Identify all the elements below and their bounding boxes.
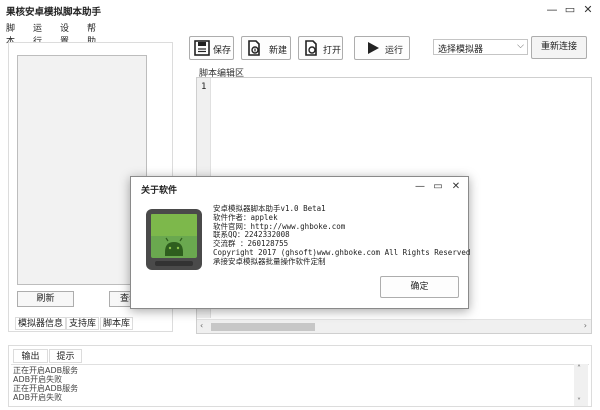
refresh-button[interactable]: 刷新: [17, 291, 74, 307]
log-line: 正在开启ADB服务: [13, 366, 79, 375]
line-number: 1: [201, 82, 207, 92]
output-log: 正在开启ADB服务 ADB开启失败 正在开启ADB服务 ADB开启失败: [11, 364, 589, 406]
save-icon: [194, 40, 210, 56]
reconnect-button[interactable]: 重新连接: [531, 36, 587, 59]
tab-support-library[interactable]: 支持库: [66, 317, 100, 330]
scroll-right-icon[interactable]: ›: [584, 321, 587, 330]
save-label: 保存: [213, 46, 232, 56]
new-label: 新建: [269, 46, 288, 56]
log-line: 正在开启ADB服务: [13, 384, 79, 393]
device-preview[interactable]: [17, 55, 147, 285]
emulator-select-value: 选择模拟器: [438, 45, 484, 55]
new-file-icon: [248, 40, 260, 56]
play-icon: [368, 42, 379, 54]
tab-emulator-info[interactable]: 模拟器信息: [15, 317, 67, 330]
dialog-title: 关于软件: [141, 186, 178, 196]
dialog-minimize-icon[interactable]: —: [414, 181, 426, 193]
tab-tips[interactable]: 提示: [49, 349, 82, 363]
run-label: 运行: [385, 46, 404, 56]
emulator-select[interactable]: 选择模拟器 ⌵: [433, 39, 528, 55]
tab-output[interactable]: 输出: [13, 349, 48, 363]
scroll-up-icon[interactable]: ˄: [577, 364, 581, 373]
log-line: ADB开启失败: [13, 375, 63, 384]
open-label: 打开: [323, 46, 342, 56]
save-button[interactable]: 保存: [189, 36, 234, 60]
chevron-down-icon: ⌵: [517, 41, 524, 51]
open-button[interactable]: 打开: [298, 36, 343, 60]
title-bar: 果核安卓模拟脚本助手 — ▭ ✕: [0, 0, 600, 20]
log-line: ADB开启失败: [13, 393, 63, 402]
vertical-scrollbar[interactable]: ˄ ˅: [574, 364, 588, 406]
about-dialog: 关于软件 — ▭ ✕ 安卓模拟器脚本助手v1.0 Beta1 软件作者：appl…: [130, 176, 470, 309]
scrollbar-thumb[interactable]: [211, 323, 315, 331]
info-line: 承接安卓模拟器批量操作软件定制: [213, 256, 326, 266]
window-title: 果核安卓模拟脚本助手: [6, 7, 102, 18]
horizontal-scrollbar[interactable]: ‹ ›: [197, 319, 591, 333]
app-window: 果核安卓模拟脚本助手 — ▭ ✕ 脚本 运行 设置 帮助 保存 新建: [0, 0, 600, 410]
scroll-down-icon[interactable]: ˅: [577, 397, 581, 406]
dialog-maximize-icon[interactable]: ▭: [432, 181, 444, 193]
tab-script-library[interactable]: 脚本库: [100, 317, 134, 330]
ok-button[interactable]: 确定: [380, 276, 459, 298]
run-button[interactable]: 运行: [354, 36, 410, 60]
maximize-icon[interactable]: ▭: [563, 3, 577, 17]
android-logo-icon: [146, 209, 202, 270]
new-button[interactable]: 新建: [241, 36, 291, 60]
minimize-icon[interactable]: —: [545, 3, 559, 17]
close-icon[interactable]: ✕: [581, 3, 595, 17]
open-file-icon: [305, 40, 317, 56]
scroll-left-icon[interactable]: ‹: [200, 321, 203, 330]
dialog-info: 安卓模拟器脚本助手v1.0 Beta1 软件作者：applek 软件官网：htt…: [213, 204, 470, 267]
dialog-close-icon[interactable]: ✕: [450, 181, 462, 193]
